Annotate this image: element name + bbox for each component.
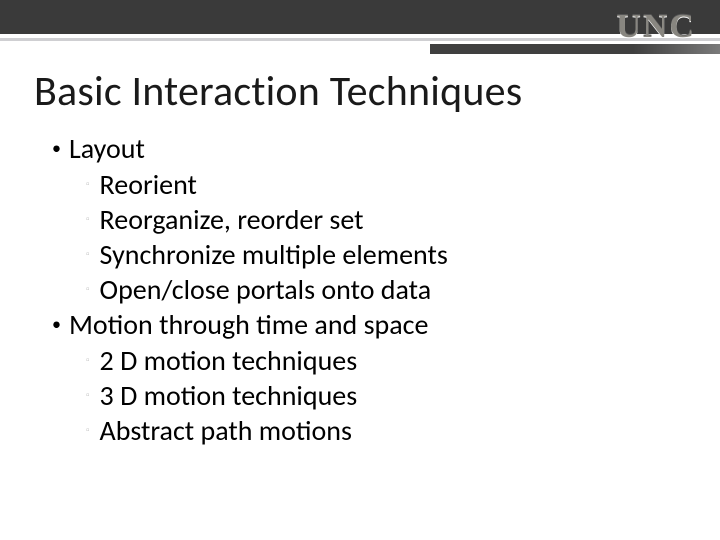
list-item: ▫ Synchronize multiple elements bbox=[86, 238, 680, 272]
sub-bullet-icon: ▫ bbox=[86, 238, 90, 272]
sub-bullet-icon: ▫ bbox=[86, 168, 90, 202]
header-bar bbox=[0, 0, 720, 34]
list-item: ▫ Reorient bbox=[86, 168, 680, 202]
sub-bullet-icon: ▫ bbox=[86, 379, 90, 413]
list-item-label: 3 D motion techniques bbox=[100, 379, 358, 413]
list-item-label: Reorganize, reorder set bbox=[100, 203, 364, 237]
list-item: ▫ Reorganize, reorder set bbox=[86, 203, 680, 237]
list-item-label: 2 D motion techniques bbox=[100, 344, 358, 378]
list-item: ▫ 3 D motion techniques bbox=[86, 379, 680, 413]
slide: UNC Basic Interaction Techniques • Layou… bbox=[0, 0, 720, 540]
list-item-label: Abstract path motions bbox=[100, 414, 352, 448]
list-item-label: Layout bbox=[69, 132, 145, 166]
list-item-label: Motion through time and space bbox=[69, 308, 428, 342]
sub-bullet-icon: ▫ bbox=[86, 203, 90, 237]
list-item: ▫ Abstract path motions bbox=[86, 414, 680, 448]
sub-bullet-icon: ▫ bbox=[86, 344, 90, 378]
list-item: ▫ 2 D motion techniques bbox=[86, 344, 680, 378]
header-divider bbox=[0, 38, 720, 41]
list-item: ▫ Open/close portals onto data bbox=[86, 273, 680, 307]
sub-bullet-icon: ▫ bbox=[86, 273, 90, 307]
bullet-icon: • bbox=[52, 132, 61, 164]
list-item-label: Synchronize multiple elements bbox=[100, 238, 448, 272]
logo-text: UNC bbox=[616, 8, 696, 46]
page-title: Basic Interaction Techniques bbox=[34, 66, 522, 117]
list-item: • Motion through time and space bbox=[52, 308, 680, 342]
content-area: • Layout ▫ Reorient ▫ Reorganize, reorde… bbox=[52, 132, 680, 449]
bullet-icon: • bbox=[52, 308, 61, 340]
list-item-label: Reorient bbox=[100, 168, 197, 202]
list-item-label: Open/close portals onto data bbox=[100, 273, 432, 307]
sub-bullet-icon: ▫ bbox=[86, 414, 90, 448]
list-item: • Layout bbox=[52, 132, 680, 166]
